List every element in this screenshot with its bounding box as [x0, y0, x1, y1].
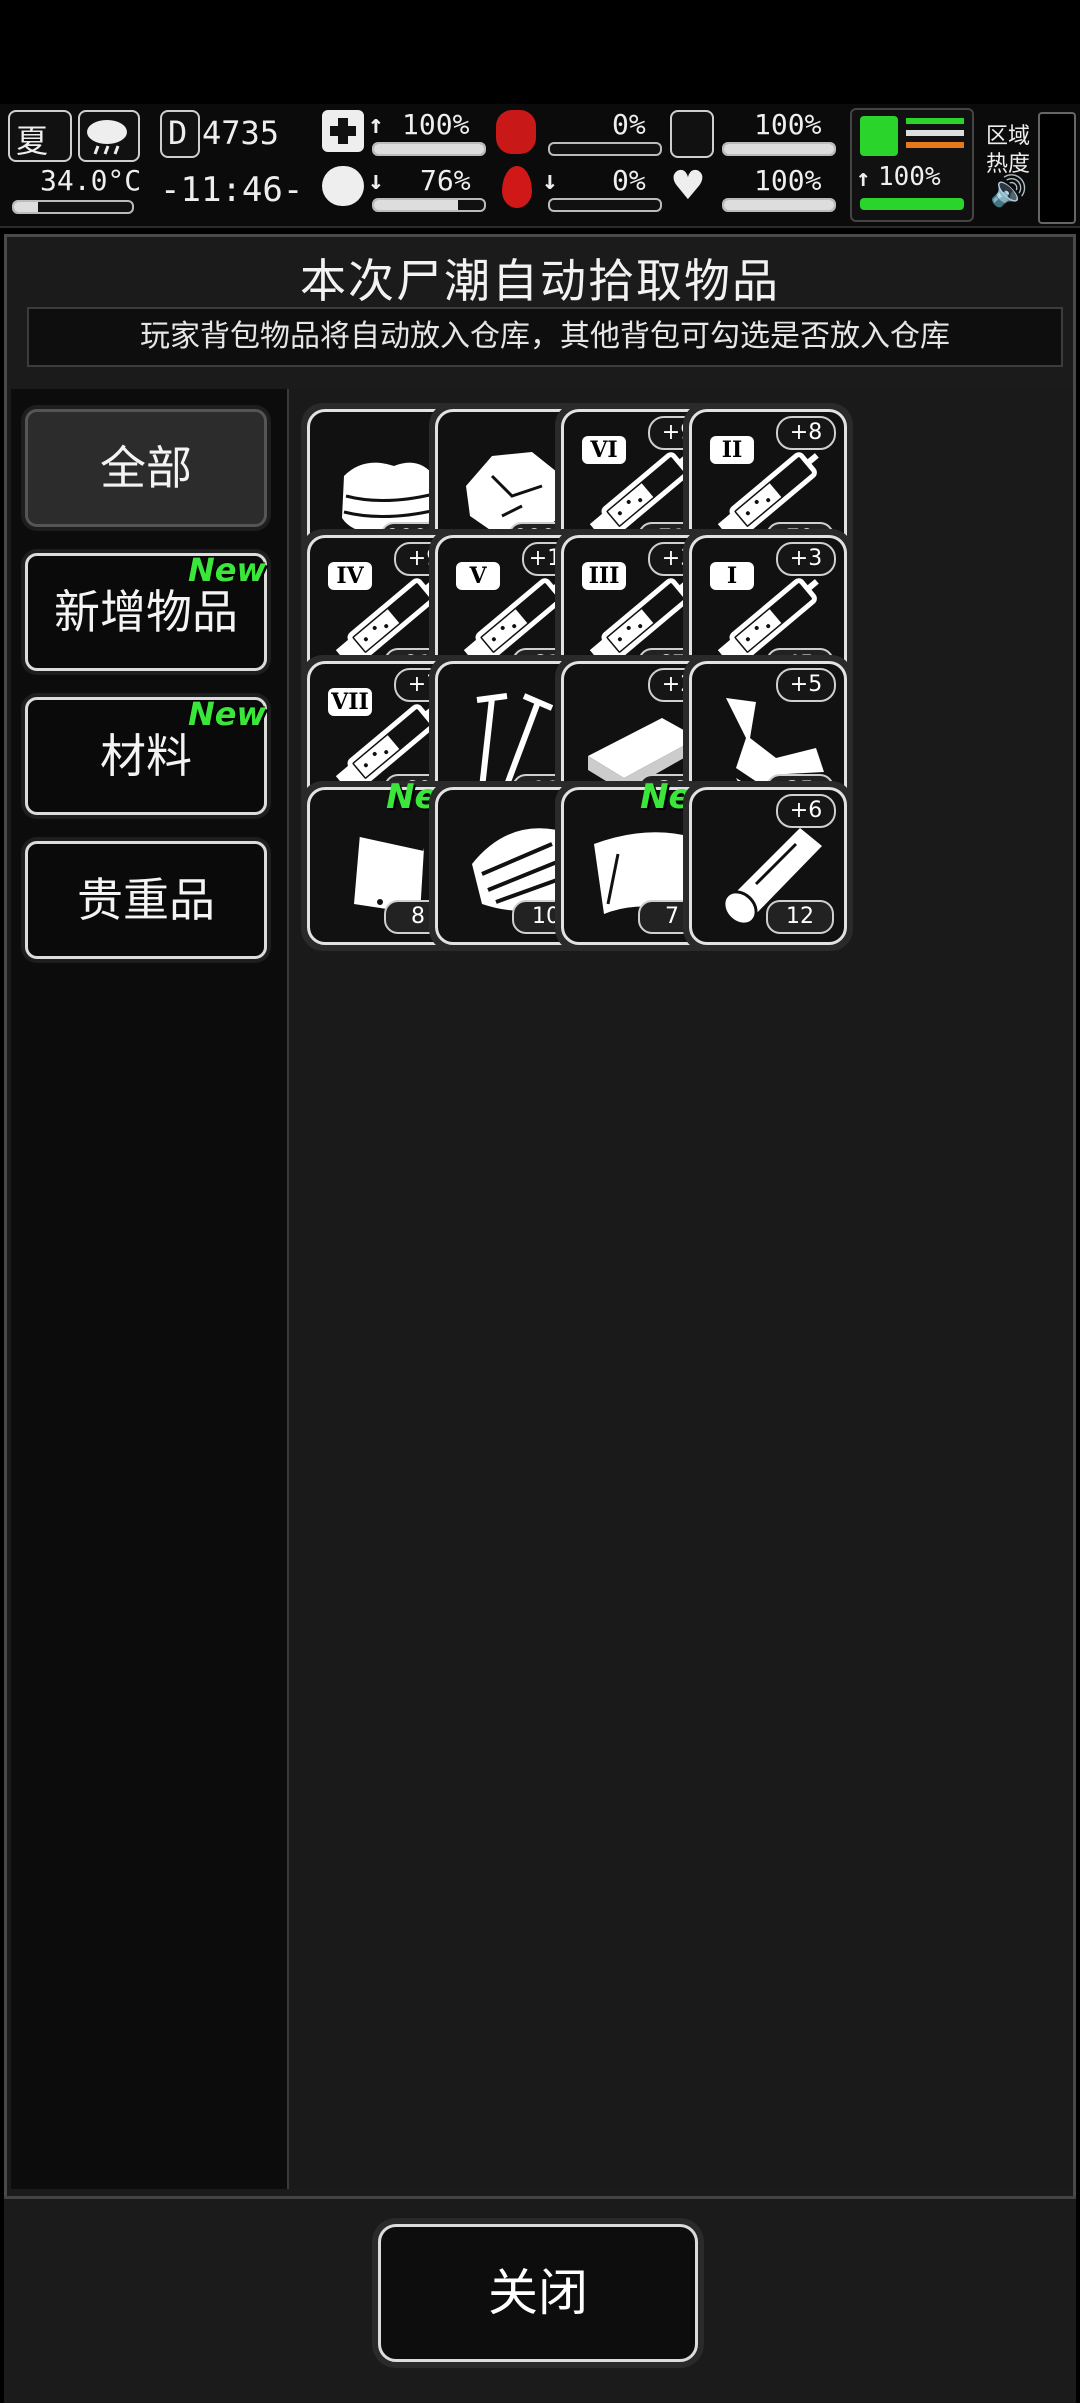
close-button[interactable]: 关闭 [378, 2224, 698, 2362]
thirst-bar [548, 198, 662, 212]
water-drop-icon [502, 166, 532, 208]
season-label: 夏 [16, 122, 49, 160]
upgrade-badge: +8 [776, 416, 836, 450]
tier-label: VI [582, 436, 626, 464]
armor-readout: 100% [754, 108, 822, 141]
upgrade-badge: +5 [776, 668, 836, 702]
tab-all[interactable]: 全部 [25, 409, 267, 527]
speaker-icon[interactable]: 🔊 [990, 174, 1027, 209]
thirst-down-arrow: ↓ [542, 166, 558, 196]
hunger-readout: 0% [612, 108, 646, 141]
game-clock: -11:46- [160, 170, 304, 210]
tab-new-items-label: 新增物品 [54, 585, 238, 639]
day-counter: 4735 [202, 114, 280, 152]
new-badge: New [187, 551, 266, 589]
heart-icon: ♥ [670, 163, 706, 209]
tier-label: III [582, 562, 626, 590]
tab-valuables[interactable]: 贵重品 [25, 841, 267, 959]
stamina-readout: 100% [878, 162, 941, 192]
item-count: 12 [766, 900, 834, 934]
tab-all-label: 全部 [100, 441, 192, 495]
sanity-readout: 76% [420, 164, 471, 197]
mood-readout: 100% [754, 164, 822, 197]
armor-bar [722, 142, 836, 156]
new-badge: New [187, 695, 266, 733]
upgrade-badge: +6 [776, 794, 836, 828]
stomach-icon [496, 110, 536, 154]
mood-bar [722, 198, 836, 212]
tier-label: I [710, 562, 754, 590]
health-up-arrow: ↑ [368, 110, 384, 140]
tier-label: II [710, 436, 754, 464]
item-slot-frame: +6 12 [689, 787, 847, 945]
boot-icon [860, 116, 898, 156]
tab-materials[interactable]: 材料 New [25, 695, 267, 815]
hunger-bar [548, 142, 662, 156]
armor-icon [670, 110, 714, 158]
temperature-bar [12, 200, 134, 214]
brain-down-arrow: ↓ [368, 166, 384, 196]
brain-icon [322, 166, 364, 206]
weather-icon [78, 110, 140, 162]
season-badge: 夏 [8, 110, 72, 162]
sanity-bar [372, 198, 486, 212]
tab-new-items[interactable]: 新增物品 New [25, 551, 267, 671]
panel-title: 本次尸潮自动拾取物品 [300, 254, 780, 308]
tier-label: IV [328, 562, 372, 590]
auto-loot-panel: 本次尸潮自动拾取物品 玩家背包物品将自动放入仓库，其他背包可勾选是否放入仓库 全… [4, 234, 1076, 2396]
upgrade-badge: +3 [776, 542, 836, 576]
health-readout: 100% [402, 108, 470, 141]
thirst-readout: 0% [612, 164, 646, 197]
item-grid: 999+999+VI+971II+879IV+991V+1461III+367I… [291, 389, 1073, 2189]
temperature-readout: 34.0°C [40, 164, 142, 197]
item-slot[interactable]: +6 12 [683, 781, 853, 951]
zone-heat-gauge [1038, 112, 1076, 224]
category-sidebar: 全部 新增物品 New 材料 New 贵重品 [11, 389, 289, 2189]
health-bar [372, 142, 486, 156]
stamina-panel: ↑ 100% [850, 108, 974, 222]
tier-label: VII [328, 688, 372, 716]
stamina-up-arrow: ↑ [856, 164, 871, 192]
medkit-icon [322, 110, 364, 152]
tab-valuables-label: 贵重品 [77, 873, 215, 927]
panel-subtitle: 玩家背包物品将自动放入仓库，其他背包可勾选是否放入仓库 [27, 307, 1063, 367]
tier-label: V [456, 562, 500, 590]
day-icon: D [160, 110, 200, 158]
tab-materials-label: 材料 [100, 729, 192, 783]
stamina-bar [860, 198, 964, 210]
status-hud: 夏 34.0°C D 4735 -11:46- ↑ 100% ↓ 76% 0% … [0, 104, 1080, 228]
